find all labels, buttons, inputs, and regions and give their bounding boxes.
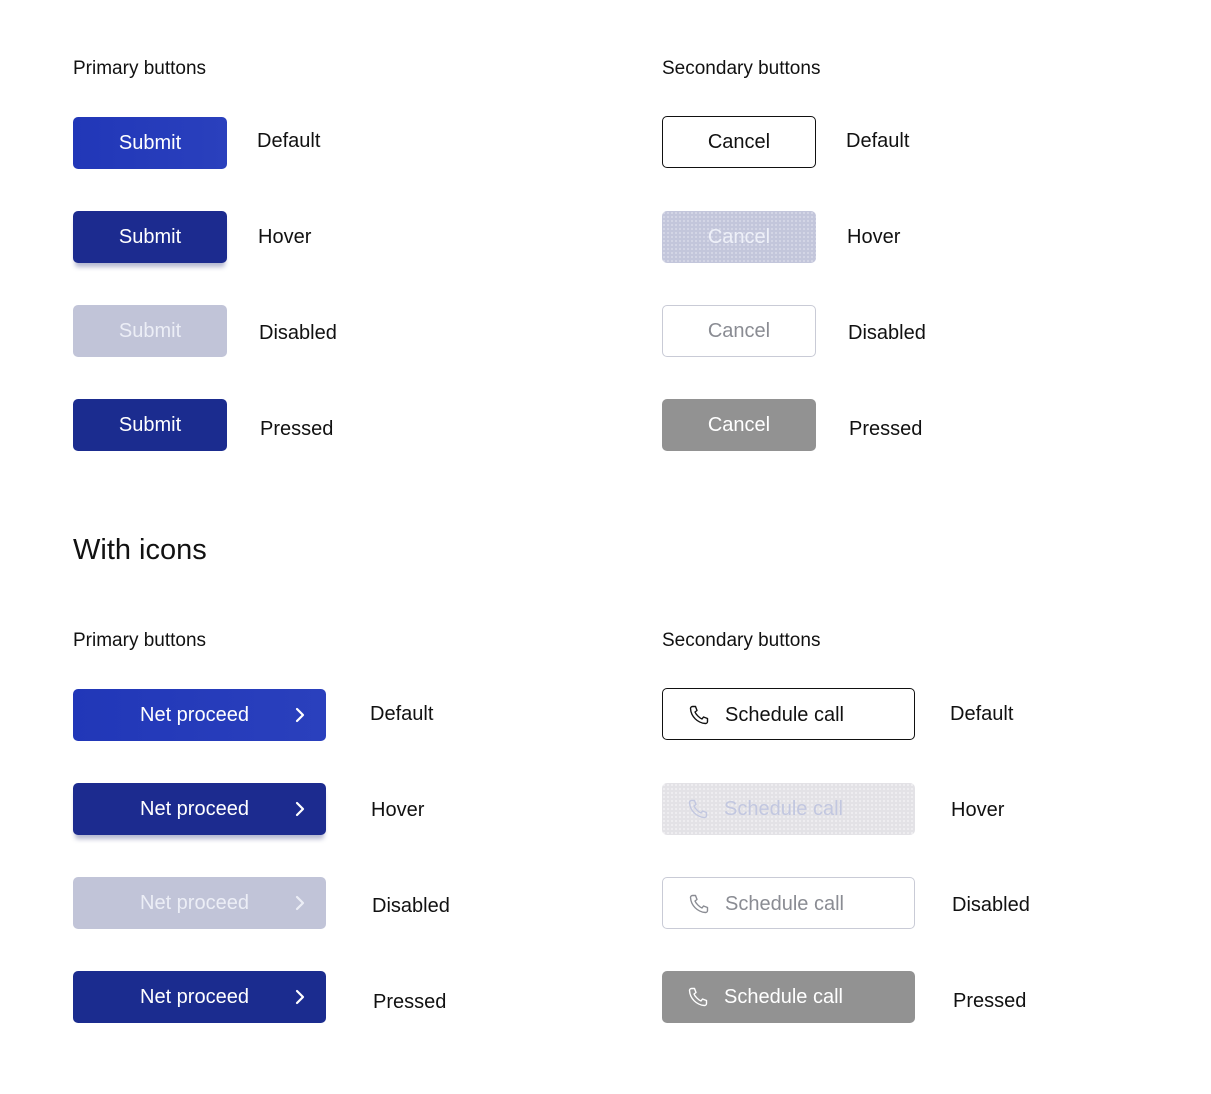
state-label-pressed: Pressed (849, 418, 923, 440)
button-label: Submit (118, 225, 182, 248)
button-label: Net proceed (140, 986, 249, 1008)
net-proceed-button-disabled[interactable]: Net proceed (73, 877, 326, 929)
submit-button-default[interactable]: Submit (73, 117, 227, 169)
state-label-hover: Hover (258, 226, 312, 248)
cancel-button-disabled[interactable]: Cancel (662, 305, 816, 357)
cancel-button-hover[interactable]: Cancel (662, 211, 816, 263)
button-label: Net proceed (140, 704, 249, 726)
state-label-disabled: Disabled (952, 894, 1030, 916)
state-label-disabled: Disabled (259, 322, 337, 344)
primary-buttons-heading: Primary buttons (73, 58, 207, 79)
button-label: Submit (118, 319, 182, 342)
schedule-call-button-pressed[interactable]: Schedule call (662, 971, 915, 1023)
schedule-call-button-default[interactable]: Schedule call (662, 688, 915, 740)
button-label: Schedule call (724, 986, 843, 1008)
button-label: Schedule call (725, 893, 844, 915)
schedule-call-button-hover[interactable]: Schedule call (662, 783, 915, 835)
chevron-right-icon (295, 895, 305, 911)
phone-icon (689, 894, 709, 914)
button-label: Schedule call (724, 798, 843, 820)
schedule-call-button-disabled[interactable]: Schedule call (662, 877, 915, 929)
state-label-hover: Hover (371, 799, 425, 821)
button-label: Schedule call (725, 704, 844, 726)
state-label-hover: Hover (951, 799, 1005, 821)
state-label-pressed: Pressed (260, 418, 334, 440)
state-label-disabled: Disabled (372, 895, 450, 917)
button-label: Cancel (707, 130, 771, 153)
button-label: Submit (118, 131, 182, 154)
chevron-right-icon (295, 707, 305, 723)
button-label: Net proceed (140, 798, 249, 820)
state-label-hover: Hover (847, 226, 901, 248)
button-label: Cancel (707, 225, 771, 248)
state-label-default: Default (846, 130, 910, 152)
phone-icon (689, 705, 709, 725)
submit-button-pressed[interactable]: Submit (73, 399, 227, 451)
net-proceed-button-default[interactable]: Net proceed (73, 689, 326, 741)
cancel-button-default[interactable]: Cancel (662, 116, 816, 168)
cancel-button-pressed[interactable]: Cancel (662, 399, 816, 451)
state-label-default: Default (950, 703, 1014, 725)
secondary-buttons-heading: Secondary buttons (662, 58, 821, 79)
button-label: Net proceed (140, 892, 249, 914)
chevron-right-icon (295, 801, 305, 817)
chevron-right-icon (295, 989, 305, 1005)
net-proceed-button-pressed[interactable]: Net proceed (73, 971, 326, 1023)
button-label: Cancel (707, 413, 771, 436)
state-label-pressed: Pressed (373, 991, 447, 1013)
phone-icon (688, 987, 708, 1007)
state-label-default: Default (370, 703, 434, 725)
button-label: Cancel (707, 319, 771, 342)
net-proceed-button-hover[interactable]: Net proceed (73, 783, 326, 835)
state-label-default: Default (257, 130, 321, 152)
submit-button-disabled[interactable]: Submit (73, 305, 227, 357)
phone-icon (688, 799, 708, 819)
secondary-buttons-heading: Secondary buttons (662, 630, 821, 651)
button-label: Submit (118, 413, 182, 436)
state-label-disabled: Disabled (848, 322, 926, 344)
submit-button-hover[interactable]: Submit (73, 211, 227, 263)
state-label-pressed: Pressed (953, 990, 1027, 1012)
with-icons-title: With icons (73, 534, 207, 566)
primary-buttons-heading: Primary buttons (73, 630, 207, 651)
